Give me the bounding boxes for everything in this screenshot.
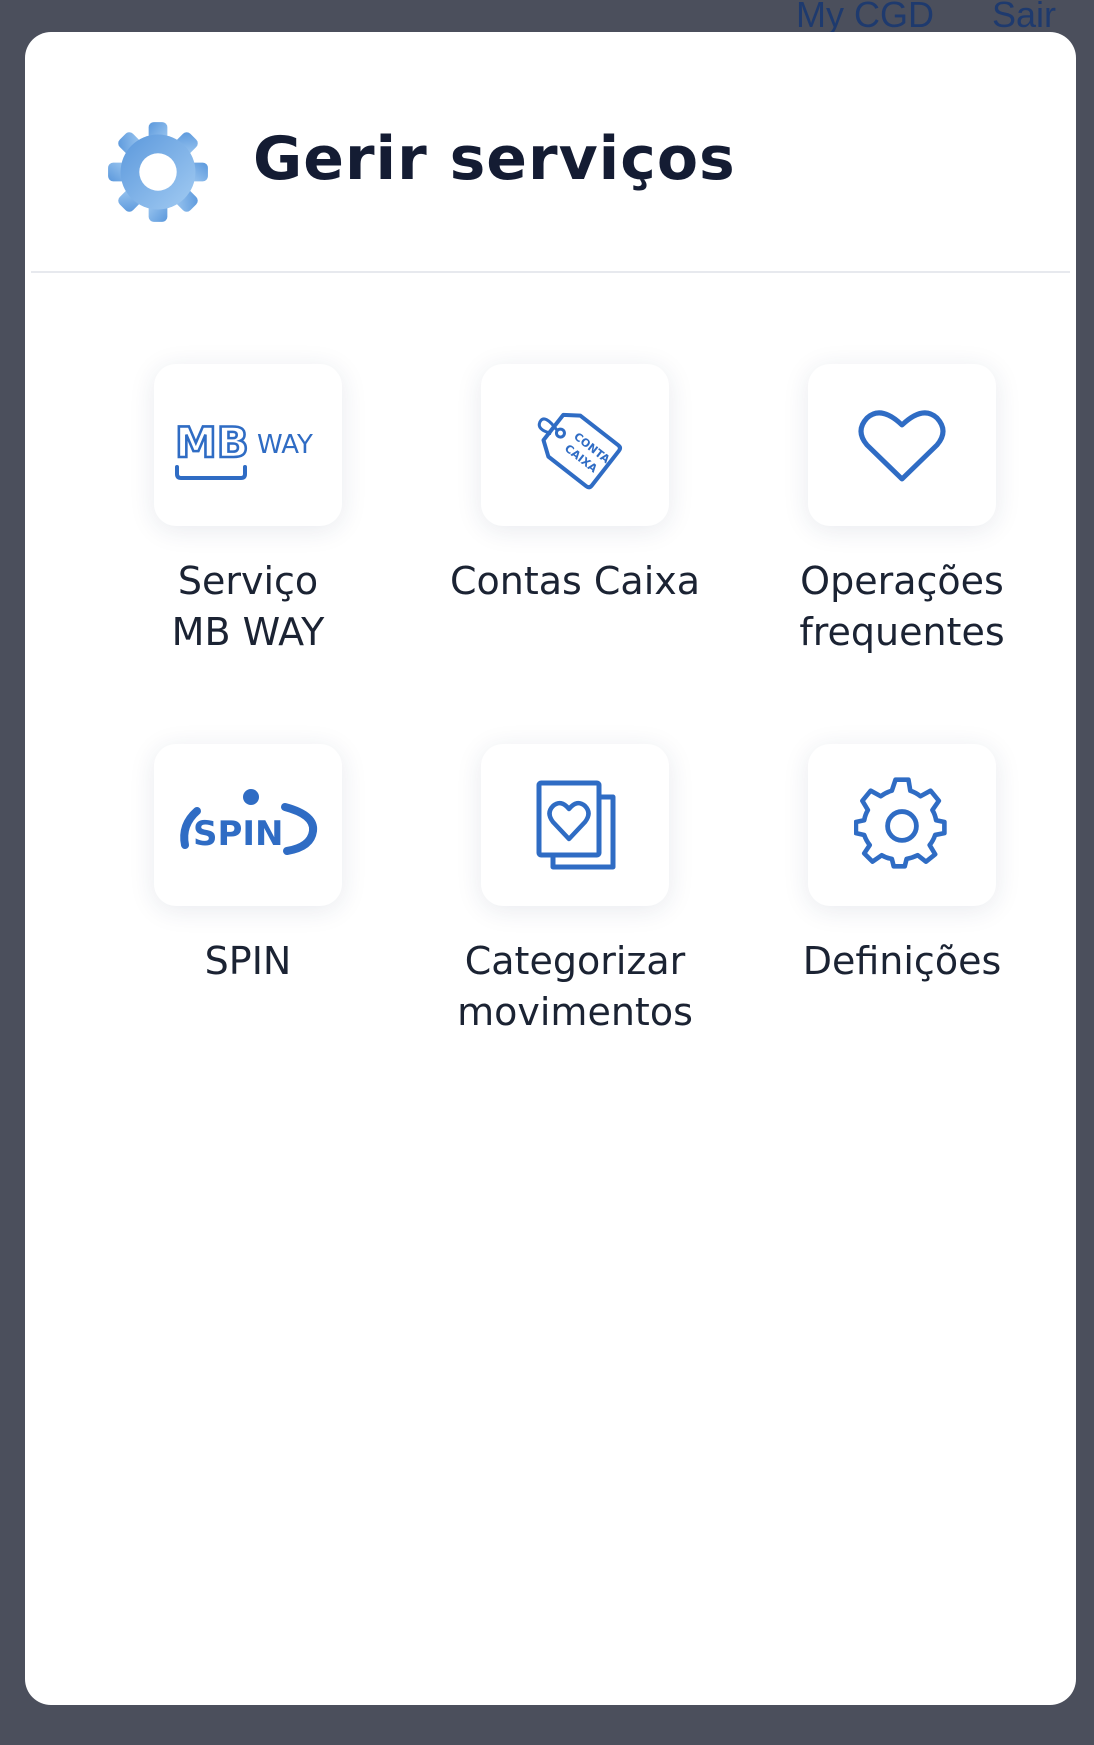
modal-header: Gerir serviços bbox=[31, 32, 1070, 273]
tile-contas-caixa[interactable]: CONTA CAIXA Contas Caixa bbox=[425, 364, 725, 607]
tile-definicoes-label: Definições bbox=[802, 939, 1002, 983]
tile-operacoes-frequentes[interactable]: Operações frequentes bbox=[752, 364, 1052, 658]
tile-spin[interactable]: SPIN SPIN bbox=[98, 744, 398, 987]
my-cgd-link[interactable]: My CGD bbox=[796, 0, 934, 36]
heart-cards-icon bbox=[536, 780, 616, 870]
sair-link[interactable]: Sair bbox=[992, 0, 1056, 36]
tile-definicoes[interactable]: Definições bbox=[752, 744, 1052, 987]
gear-icon bbox=[108, 122, 208, 222]
tile-spin-label: SPIN bbox=[204, 939, 292, 983]
manage-services-modal: Gerir serviços MB WAY Serviço MB WAY CON… bbox=[25, 32, 1076, 1705]
spin-logo-icon: SPIN bbox=[180, 789, 318, 855]
tile-mbway-box[interactable]: MB WAY bbox=[154, 364, 342, 526]
heart-icon bbox=[858, 410, 946, 482]
tile-categorizar-movimentos-box[interactable] bbox=[481, 744, 669, 906]
tile-mbway-label: Serviço MB WAY bbox=[171, 559, 325, 654]
tile-operacoes-frequentes-label: Operações frequentes bbox=[799, 559, 1005, 654]
svg-text:SPIN: SPIN bbox=[193, 814, 284, 854]
tag-icon: CONTA CAIXA bbox=[537, 412, 622, 490]
tile-definicoes-box[interactable] bbox=[808, 744, 996, 906]
tile-categorizar-movimentos[interactable]: Categorizar movimentos bbox=[425, 744, 725, 1038]
svg-text:WAY: WAY bbox=[257, 430, 313, 460]
tile-spin-box[interactable]: SPIN bbox=[154, 744, 342, 906]
tile-operacoes-frequentes-box[interactable] bbox=[808, 364, 996, 526]
tile-mbway[interactable]: MB WAY Serviço MB WAY bbox=[98, 364, 398, 658]
tile-contas-caixa-label: Contas Caixa bbox=[449, 559, 701, 603]
mbway-logo-icon: MB WAY bbox=[174, 417, 313, 480]
tile-categorizar-movimentos-label: Categorizar movimentos bbox=[457, 939, 693, 1034]
tile-contas-caixa-box[interactable]: CONTA CAIXA bbox=[481, 364, 669, 526]
svg-text:MB: MB bbox=[175, 418, 249, 467]
gear-icon bbox=[854, 777, 947, 869]
modal-title: Gerir serviços bbox=[253, 124, 736, 194]
